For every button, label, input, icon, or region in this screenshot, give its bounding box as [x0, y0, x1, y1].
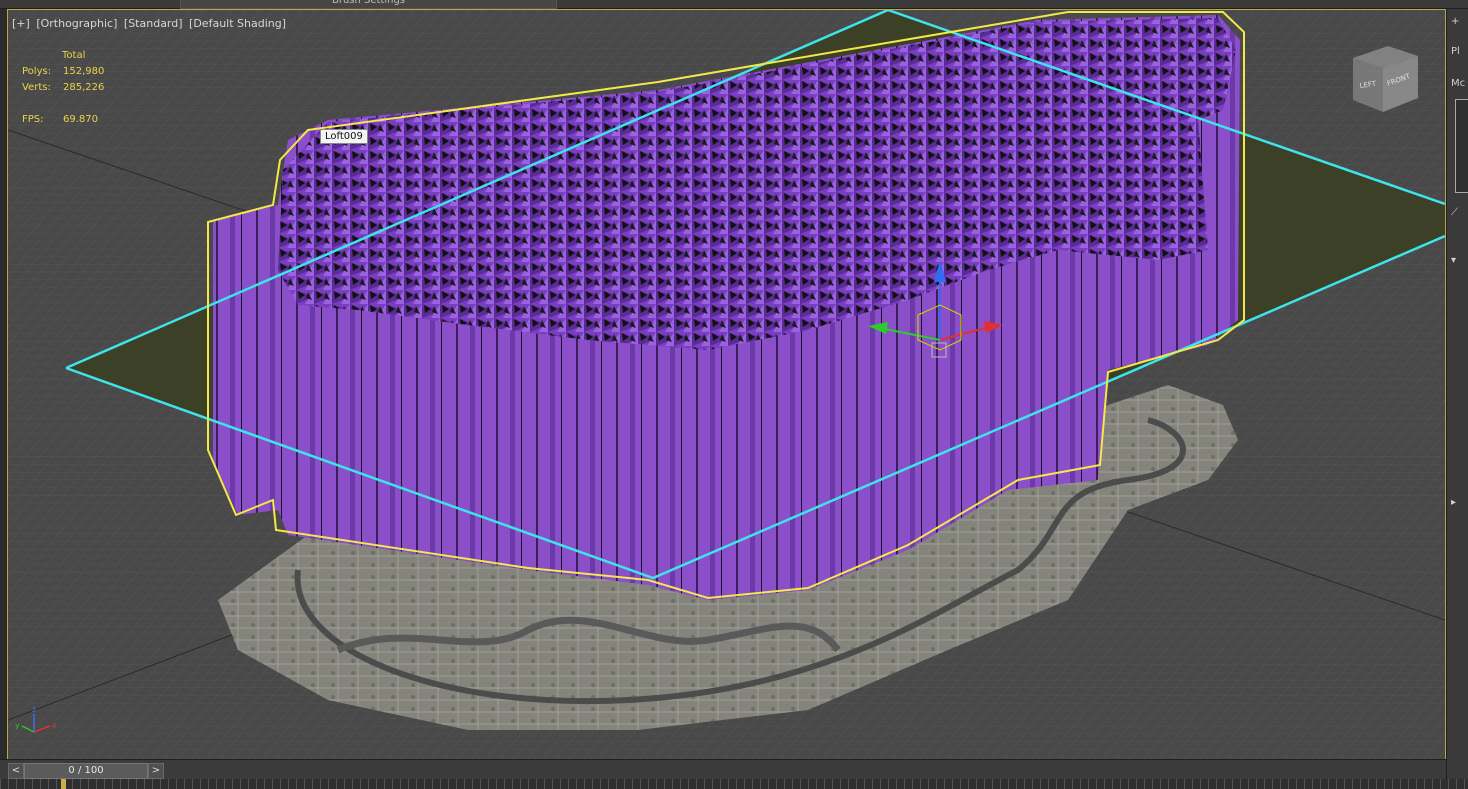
perspective-viewport[interactable]: [+] [Orthographic] [Standard] [Default S… [7, 9, 1446, 760]
pin-icon[interactable]: ⟋ [1451, 204, 1468, 222]
viewport-standard-label[interactable]: [Standard] [124, 17, 183, 30]
stats-header: Total [62, 50, 86, 61]
axis-x-label: x [52, 721, 57, 730]
fps-label: FPS: [22, 114, 44, 125]
next-frame-button[interactable]: > [148, 763, 164, 779]
timeline-bar: < 0 / 100 > [0, 759, 1446, 780]
verts-label: Verts: [22, 82, 51, 93]
expand-arrow-icon[interactable]: ▸ [1451, 494, 1468, 512]
viewport-menu-plus[interactable]: [+] [12, 17, 30, 30]
rollout-arrow-icon[interactable]: ▾ [1451, 252, 1468, 270]
command-panel: + Pl Mc ⟋ ▾ ▸ [1446, 9, 1468, 779]
command-panel-item-1[interactable]: Pl [1451, 43, 1468, 61]
axis-y-label: y [15, 721, 20, 730]
time-marker[interactable] [61, 779, 66, 789]
viewport-statistics: Total Polys: 152,980 Verts: 285,226 FPS: 69… [22, 50, 142, 130]
viewport-projection-label[interactable]: [Orthographic] [36, 17, 117, 30]
plus-icon[interactable]: + [1451, 13, 1468, 31]
polys-value: 152,980 [63, 66, 105, 77]
polys-label: Polys: [22, 66, 52, 77]
viewport-label[interactable]: [+] [Orthographic] [Standard] [Default S… [12, 17, 289, 30]
scene-canvas[interactable] [8, 10, 1445, 759]
axis-z-label: z [32, 705, 36, 714]
track-bar-ruler[interactable] [0, 779, 1468, 789]
brush-settings-tab[interactable]: Brush Settings [180, 0, 557, 9]
time-slider[interactable]: 0 / 100 [24, 763, 148, 779]
viewcube[interactable]: LEFT FRONT [1343, 40, 1423, 120]
verts-value: 285,226 [63, 82, 105, 93]
prev-frame-button[interactable]: < [8, 763, 24, 779]
viewport-shading-label[interactable]: [Default Shading] [189, 17, 286, 30]
object-name-tooltip: Loft009 [320, 129, 368, 144]
fps-value: 69.870 [63, 114, 98, 125]
axis-tripod: z x y [15, 705, 57, 733]
top-strip: Brush Settings [0, 0, 1468, 9]
command-panel-item-2[interactable]: Mc [1451, 75, 1468, 93]
modifier-stack-box[interactable] [1455, 99, 1468, 193]
